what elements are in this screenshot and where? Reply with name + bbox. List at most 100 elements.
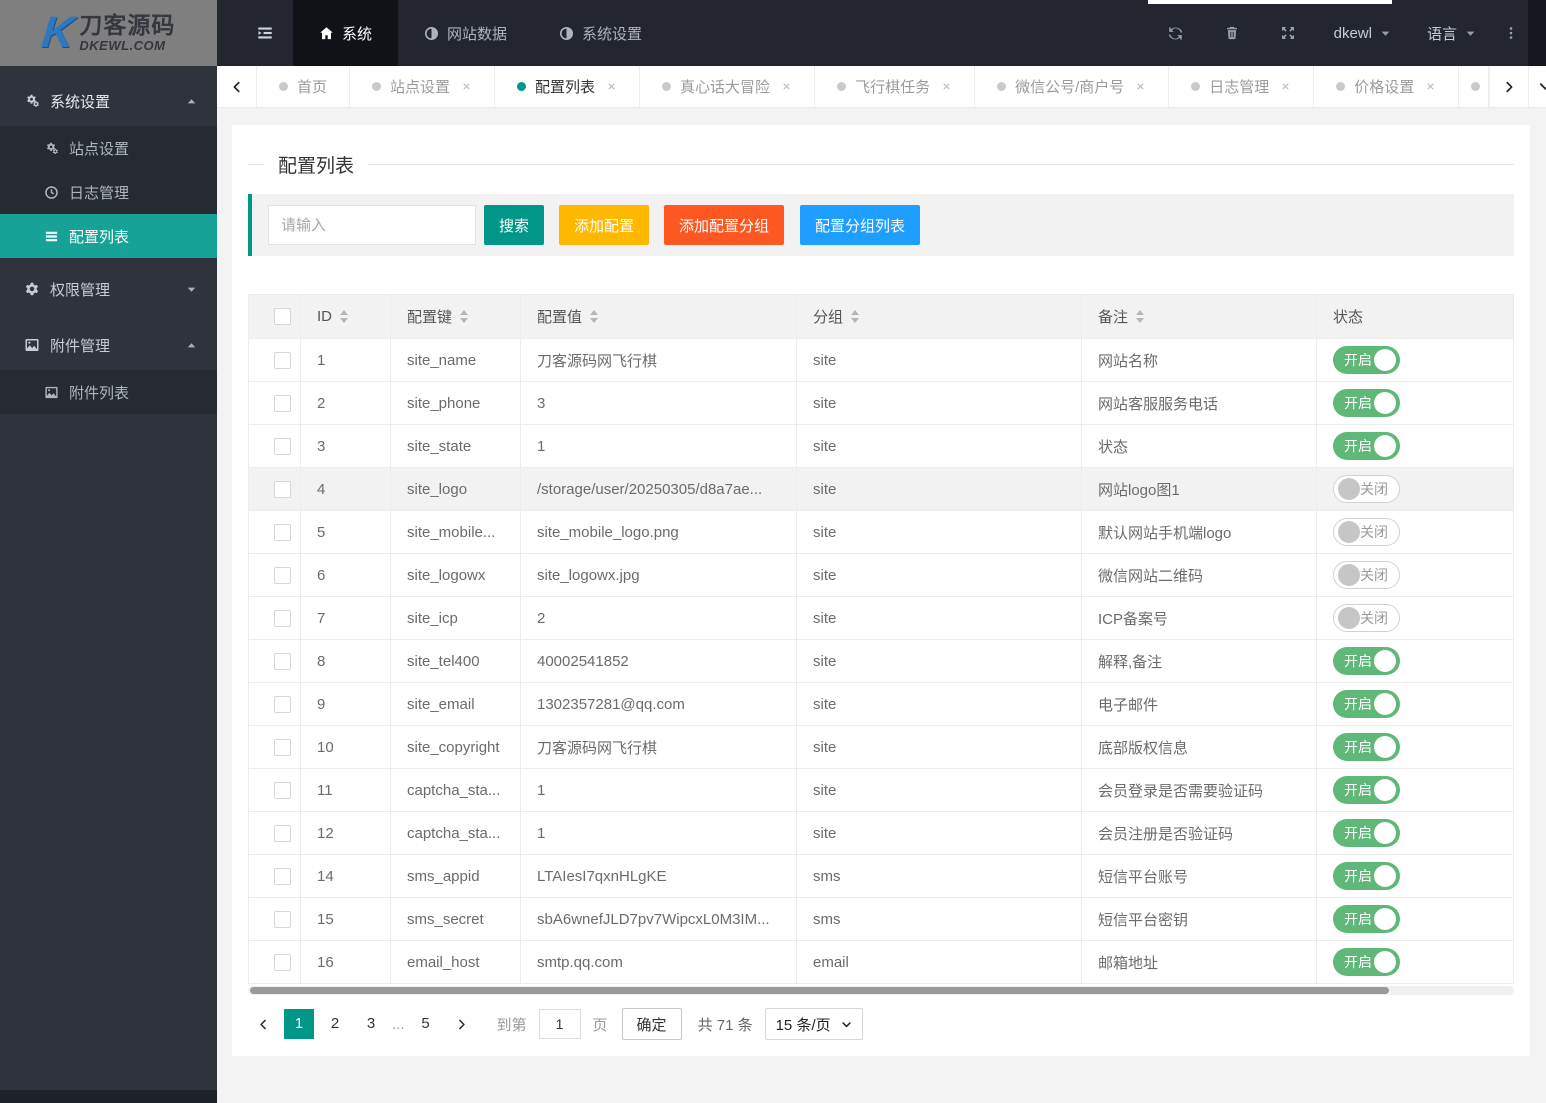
config-group-list-button[interactable]: 配置分组列表 (800, 205, 921, 245)
status-toggle[interactable]: 关闭 (1333, 561, 1400, 589)
row-checkbox[interactable] (274, 824, 291, 842)
tabs-menu-icon[interactable] (1529, 66, 1546, 107)
sort-icon[interactable] (340, 310, 348, 323)
sidebar-item-site-settings[interactable]: 站点设置 (0, 126, 217, 170)
status-toggle[interactable]: 开启 (1333, 733, 1400, 761)
trash-icon[interactable] (1204, 0, 1260, 66)
status-toggle[interactable]: 开启 (1333, 862, 1400, 890)
status-toggle[interactable]: 开启 (1333, 346, 1400, 374)
tab-close-icon[interactable] (606, 81, 617, 92)
sidebar-item-attachment-list[interactable]: 附件列表 (0, 370, 217, 414)
sidebar-group-permission[interactable]: 权限管理 (0, 264, 217, 314)
row-checkbox[interactable] (274, 437, 291, 455)
tabs-scroll-left-icon[interactable] (217, 66, 257, 107)
status-toggle[interactable]: 关闭 (1333, 604, 1400, 632)
tab-wechat-accounts[interactable]: 微信公号/商户号 (975, 66, 1170, 107)
sort-icon[interactable] (1136, 310, 1145, 323)
status-toggle[interactable]: 开启 (1333, 432, 1400, 460)
page-size-value: 15 条/页 (775, 1016, 831, 1034)
row-checkbox[interactable] (274, 867, 291, 885)
logo[interactable]: K 刀客源码 DKEWL.COM (0, 0, 217, 66)
status-toggle[interactable]: 关闭 (1333, 475, 1400, 503)
tab-flight-chess[interactable]: 飞行棋任务 (815, 66, 976, 107)
search-input[interactable] (268, 205, 476, 245)
row-checkbox[interactable] (274, 566, 291, 584)
row-checkbox[interactable] (274, 738, 291, 756)
nav-item-system-settings[interactable]: 系统设置 (533, 0, 668, 66)
cell-value: 40002541852 (520, 639, 797, 683)
page-number[interactable]: 1 (284, 1009, 314, 1039)
page-number[interactable]: 5 (411, 1009, 441, 1039)
tab-log-management[interactable]: 日志管理 (1169, 66, 1315, 107)
status-toggle[interactable]: 开启 (1333, 819, 1400, 847)
status-toggle[interactable]: 开启 (1333, 905, 1400, 933)
language-menu[interactable]: 语言 (1409, 0, 1494, 66)
sort-icon[interactable] (851, 310, 860, 323)
sort-icon[interactable] (460, 310, 469, 323)
tab-close-icon[interactable] (1135, 81, 1146, 92)
row-checkbox[interactable] (274, 953, 291, 971)
tab-close-icon[interactable] (781, 81, 792, 92)
select-all-checkbox[interactable] (274, 308, 291, 325)
refresh-icon[interactable] (1148, 0, 1204, 66)
status-toggle[interactable]: 开启 (1333, 948, 1400, 976)
tab-truth-or-dare[interactable]: 真心话大冒险 (640, 66, 816, 107)
row-checkbox[interactable] (274, 394, 291, 412)
row-checkbox[interactable] (274, 523, 291, 541)
goto-confirm-button[interactable]: 确定 (621, 1008, 682, 1040)
row-checkbox[interactable] (274, 351, 291, 369)
tab-dot-icon (662, 82, 672, 91)
status-toggle[interactable]: 开启 (1333, 389, 1400, 417)
row-checkbox[interactable] (274, 781, 291, 799)
tab-config-list[interactable]: 配置列表 (495, 66, 641, 107)
cell-key: site_logo (390, 467, 521, 511)
tab-partial[interactable] (1459, 66, 1490, 107)
row-checkbox[interactable] (274, 652, 291, 670)
tabs-scroll-right-icon[interactable] (1489, 66, 1530, 107)
tab-close-icon[interactable] (1280, 81, 1291, 92)
sidebar-item-log-management[interactable]: 日志管理 (0, 170, 217, 214)
cell-group: sms (796, 897, 1082, 941)
sort-icon[interactable] (590, 310, 599, 323)
row-checkbox[interactable] (274, 910, 291, 928)
goto-page-input[interactable] (538, 1009, 581, 1039)
page-next-icon[interactable] (447, 1009, 477, 1039)
search-button[interactable]: 搜索 (484, 205, 545, 245)
sidebar-group-system-settings[interactable]: 系统设置 (0, 76, 217, 126)
page-number[interactable]: 2 (320, 1009, 350, 1039)
sidebar-group-attachments[interactable]: 附件管理 (0, 320, 217, 370)
status-toggle[interactable]: 开启 (1333, 776, 1400, 804)
row-checkbox[interactable] (274, 695, 291, 713)
user-menu[interactable]: dkewl (1316, 0, 1409, 66)
tab-site-settings[interactable]: 站点设置 (350, 66, 496, 107)
sidebar-item-config-list[interactable]: 配置列表 (0, 214, 217, 258)
cell-value: sbA6wnefJLD7pv7WipcxL0M3IM... (520, 897, 797, 941)
fullscreen-icon[interactable] (1260, 0, 1316, 66)
tab-price-settings[interactable]: 价格设置 (1314, 66, 1460, 107)
row-checkbox[interactable] (274, 609, 291, 627)
add-config-group-button[interactable]: 添加配置分组 (664, 205, 785, 245)
tab-dot-icon (837, 82, 847, 91)
scrollbar-thumb[interactable] (250, 987, 1390, 994)
tab-home[interactable]: 首页 (257, 66, 351, 107)
column-header: 备注 (1098, 309, 1129, 326)
page-number[interactable]: 3 (356, 1009, 386, 1039)
sidebar-group-label: 权限管理 (50, 281, 111, 299)
nav-item-system[interactable]: 系统 (293, 0, 399, 66)
add-config-button[interactable]: 添加配置 (559, 205, 650, 245)
tab-close-icon[interactable] (461, 81, 472, 92)
nav-item-site-data[interactable]: 网站数据 (398, 0, 533, 66)
page-size-select[interactable]: 15 条/页 (764, 1008, 863, 1040)
status-toggle[interactable]: 开启 (1333, 690, 1400, 718)
table-row: 4 site_logo /storage/user/20250305/d8a7a… (248, 467, 1514, 511)
status-toggle[interactable]: 开启 (1333, 647, 1400, 675)
cell-id: 1 (300, 338, 391, 382)
sidebar-fold-icon[interactable] (237, 0, 293, 66)
kebab-menu-icon[interactable] (1494, 0, 1528, 66)
page-prev-icon[interactable] (248, 1009, 278, 1039)
tab-close-icon[interactable] (1425, 81, 1436, 92)
status-toggle[interactable]: 关闭 (1333, 518, 1400, 546)
row-checkbox[interactable] (274, 480, 291, 498)
tab-close-icon[interactable] (941, 81, 952, 92)
horizontal-scrollbar[interactable] (248, 986, 1514, 995)
